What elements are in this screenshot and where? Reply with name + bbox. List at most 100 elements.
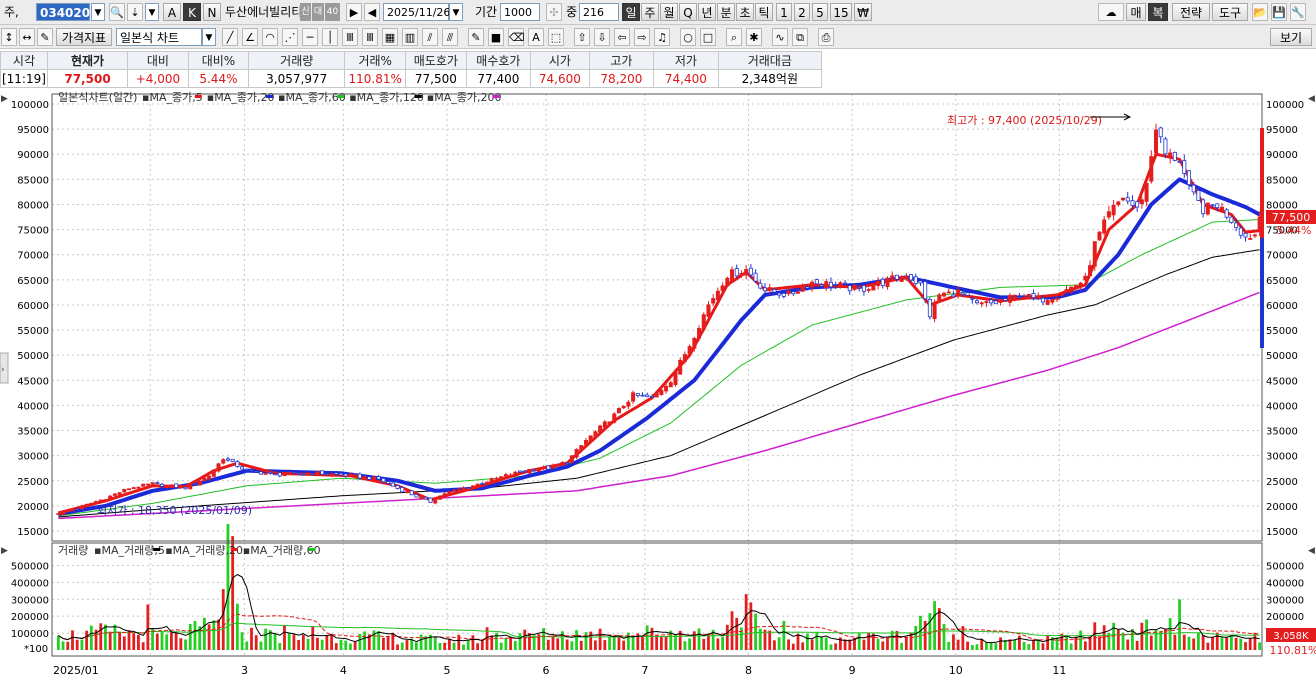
fan-icon[interactable]: ⋰ bbox=[282, 28, 298, 46]
rect-icon[interactable]: □ bbox=[700, 28, 716, 46]
volume-scroll-icon[interactable]: ◀ bbox=[1308, 546, 1315, 556]
candle-body bbox=[852, 284, 857, 290]
circle-icon[interactable]: ○ bbox=[680, 28, 696, 46]
candle-body bbox=[1088, 265, 1093, 276]
table-icon[interactable]: ▦ bbox=[382, 28, 398, 46]
up-down-arrows-icon[interactable]: ↕ bbox=[1, 28, 17, 46]
volume-bar bbox=[801, 642, 805, 650]
left-right-arrows-icon[interactable]: ↔ bbox=[19, 28, 35, 46]
interval-15-button[interactable]: 15 bbox=[830, 3, 852, 21]
channel-icon[interactable]: ▥ bbox=[402, 28, 418, 46]
color-icon[interactable]: ■ bbox=[488, 28, 504, 46]
candle bbox=[1229, 216, 1234, 224]
sort-icon[interactable]: ⇣ bbox=[127, 3, 143, 21]
volume-bar bbox=[655, 634, 659, 650]
zoom-icon[interactable]: ⌕ bbox=[726, 28, 742, 46]
stock-code-input[interactable]: 034020 bbox=[36, 3, 90, 21]
mae-button[interactable]: 매 bbox=[1126, 3, 1146, 21]
candle-body bbox=[1073, 285, 1078, 290]
sort-dropdown-icon[interactable]: ▼ bbox=[145, 3, 159, 21]
tab-minute[interactable]: 분 bbox=[717, 3, 735, 21]
cloud-icon[interactable]: ☁ bbox=[1098, 3, 1124, 21]
interval-5-button[interactable]: 5 bbox=[812, 3, 828, 21]
stock-code-dropdown-icon[interactable]: ▼ bbox=[91, 3, 105, 21]
volume-bar bbox=[118, 632, 121, 650]
search-icon[interactable]: 🔍 bbox=[109, 3, 125, 21]
chart-type-dropdown-icon[interactable]: ▼ bbox=[202, 28, 216, 46]
settings-icon[interactable]: 🔧 bbox=[1290, 3, 1306, 21]
crosshair-icon[interactable]: ✣ bbox=[546, 3, 562, 21]
arc-icon[interactable]: ◠ bbox=[262, 28, 278, 46]
edit-indicator-icon[interactable]: ✎ bbox=[37, 28, 53, 46]
stock-chart[interactable]: 15000 15000 20000 20000 25000 25000 30000 30000… bbox=[0, 88, 1316, 677]
top-toolbar: 주, 034020 ▼ 🔍 ⇣ ▼ A K N 두산에너빌리티 신 대 40 ▶… bbox=[0, 0, 1316, 25]
hdr-volume: 거래량 bbox=[248, 51, 346, 70]
arrow-down-icon[interactable]: ⇩ bbox=[594, 28, 610, 46]
volume-bar bbox=[325, 634, 329, 650]
candle-body bbox=[1064, 289, 1069, 292]
volume-bar bbox=[301, 634, 305, 650]
tab-month[interactable]: 월 bbox=[660, 3, 678, 21]
candle-body bbox=[979, 302, 984, 305]
price-scroll-icon[interactable]: ◀ bbox=[1308, 94, 1315, 104]
open-folder-icon[interactable]: 📂 bbox=[1252, 3, 1268, 21]
expand-left-icon[interactable]: › bbox=[1, 365, 5, 375]
date-dropdown-icon[interactable]: ▼ bbox=[449, 3, 463, 21]
eraser-icon[interactable]: ⌫ bbox=[508, 28, 525, 46]
n-button[interactable]: N bbox=[203, 3, 221, 21]
k-button[interactable]: K bbox=[183, 3, 201, 21]
arrow-left-icon[interactable]: ⇦ bbox=[614, 28, 630, 46]
bok-button[interactable]: 복 bbox=[1148, 3, 1168, 21]
val-time: [11:19] bbox=[0, 69, 48, 88]
arrow-right-icon[interactable]: ⇨ bbox=[634, 28, 650, 46]
tab-second[interactable]: 초 bbox=[736, 3, 754, 21]
parallel-icon[interactable]: ⫽ bbox=[422, 28, 438, 46]
price-left-scroll-icon[interactable]: ▶ bbox=[1, 94, 8, 104]
candle bbox=[258, 471, 263, 475]
tab-day[interactable]: 일 bbox=[622, 3, 640, 21]
back-icon[interactable]: ◀ bbox=[364, 3, 380, 21]
view-button[interactable]: 보기 bbox=[1270, 28, 1312, 46]
date-input[interactable]: 2025/11/26 bbox=[383, 3, 450, 21]
print-icon[interactable]: ⎙ bbox=[818, 28, 834, 46]
tab-week[interactable]: 주 bbox=[641, 3, 659, 21]
volume-left-scroll-icon[interactable]: ▶ bbox=[1, 546, 8, 556]
strategy-button[interactable]: 전략 bbox=[1172, 3, 1210, 21]
candle-body bbox=[800, 286, 805, 292]
tab-tick[interactable]: 틱 bbox=[755, 3, 773, 21]
pencil-icon[interactable]: ✎ bbox=[468, 28, 484, 46]
select-icon[interactable]: ⬚ bbox=[548, 28, 564, 46]
volume-bar bbox=[1149, 635, 1153, 650]
hdr-price: 현재가 bbox=[46, 51, 129, 70]
grid-lines-icon[interactable]: Ⅲ bbox=[362, 28, 378, 46]
angle-line-icon[interactable]: ∠ bbox=[242, 28, 258, 46]
chart-type-select[interactable]: 일본식 차트 bbox=[116, 28, 202, 46]
trend-line-icon[interactable]: ╱ bbox=[222, 28, 238, 46]
horizontal-line-icon[interactable]: ─ bbox=[302, 28, 318, 46]
tab-year[interactable]: 년 bbox=[698, 3, 716, 21]
mid-input[interactable]: 216 bbox=[579, 3, 619, 21]
fibo-icon[interactable]: Ⅲ bbox=[342, 28, 358, 46]
month-label: 3 bbox=[241, 664, 248, 677]
interval-1-button[interactable]: 1 bbox=[776, 3, 792, 21]
vertical-line-icon[interactable]: │ bbox=[322, 28, 338, 46]
candle bbox=[437, 495, 442, 500]
tab-quarter[interactable]: Q bbox=[679, 3, 697, 21]
text-icon[interactable]: A bbox=[528, 28, 544, 46]
interval-2-button[interactable]: 2 bbox=[794, 3, 810, 21]
magnet-icon[interactable]: ✱ bbox=[746, 28, 762, 46]
currency-button[interactable]: ₩ bbox=[854, 3, 872, 21]
regression-icon[interactable]: ⫻ bbox=[442, 28, 458, 46]
arrow-up-icon[interactable]: ⇧ bbox=[574, 28, 590, 46]
tools-button[interactable]: 도구 bbox=[1212, 3, 1248, 21]
price-indicator-button[interactable]: 가격지표 bbox=[56, 28, 112, 46]
candle-body bbox=[1026, 293, 1031, 297]
a-button[interactable]: A bbox=[163, 3, 181, 21]
save-icon[interactable]: 💾 bbox=[1271, 3, 1287, 21]
note-icon[interactable]: ♫ bbox=[654, 28, 670, 46]
wave-icon[interactable]: ∿ bbox=[772, 28, 788, 46]
layers-icon[interactable]: ⧉ bbox=[792, 28, 808, 46]
period-input[interactable]: 1000 bbox=[500, 3, 540, 21]
play-icon[interactable]: ▶ bbox=[346, 3, 362, 21]
candle-body bbox=[225, 458, 230, 461]
